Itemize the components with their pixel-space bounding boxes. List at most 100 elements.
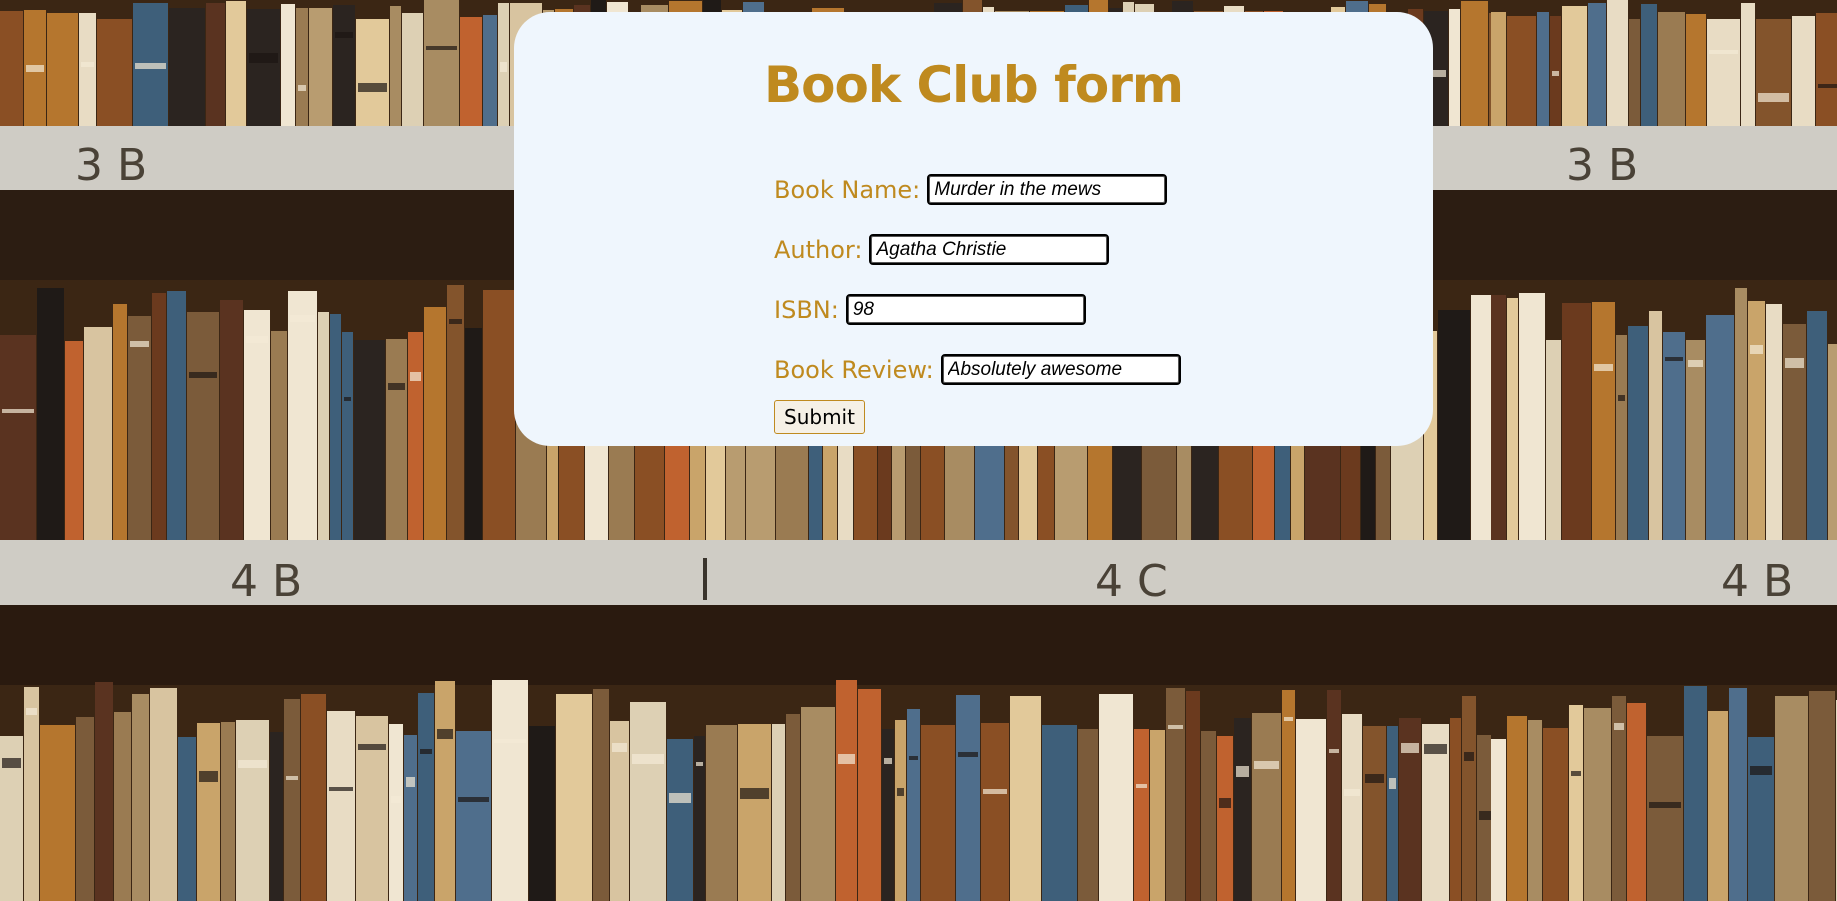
book-spine-band [1750, 345, 1763, 354]
book-spine [1735, 288, 1747, 545]
book-spine [1252, 713, 1281, 901]
book-spine [1134, 729, 1149, 901]
book-spine [327, 711, 355, 901]
book-spine [1537, 12, 1549, 126]
book-spine-band [696, 762, 703, 766]
book-spine [95, 682, 113, 901]
book-spine-band [1571, 771, 1581, 776]
book-spine [630, 702, 666, 901]
book-spine-band [897, 788, 904, 796]
shelf-label: 4 B [1721, 556, 1793, 607]
book-spine [1491, 739, 1506, 901]
book-spine [271, 331, 287, 545]
book-spine [386, 339, 407, 545]
book-spine [921, 725, 955, 901]
book-spine [492, 680, 528, 901]
submit-button[interactable]: Submit [774, 400, 865, 434]
book-spine-band [420, 749, 432, 754]
book-spine [529, 726, 555, 901]
book-spine [284, 699, 300, 901]
book-spine-band [335, 32, 353, 38]
shelf-label: 3 B [75, 140, 147, 191]
book-spine-band [426, 46, 457, 50]
book-spine [404, 735, 417, 901]
book-spine-band [1219, 798, 1231, 808]
book-spine-band [410, 372, 421, 381]
book-spine-band [290, 315, 315, 322]
book-spine [330, 314, 341, 545]
book-spine [483, 15, 497, 126]
author-input[interactable] [869, 234, 1110, 265]
book-spine [1562, 6, 1587, 126]
book-spine [40, 725, 75, 901]
book-spine [418, 693, 434, 901]
book-spine [1807, 311, 1827, 545]
book-spine [1756, 19, 1791, 126]
book-spine [1686, 14, 1706, 126]
book-spine [1729, 688, 1747, 901]
book-spine-band [1665, 357, 1683, 361]
book-spine [187, 312, 219, 545]
book-spine [84, 327, 112, 545]
book-spine [1507, 16, 1536, 126]
isbn-input[interactable] [845, 294, 1086, 325]
book-spine-band [406, 777, 415, 787]
book-spine [981, 723, 1009, 901]
book-spine [1828, 344, 1837, 545]
book-spine-band [1750, 766, 1772, 775]
book-spine [1363, 726, 1386, 901]
book-spine-band [1464, 752, 1474, 761]
book-spine [113, 304, 127, 545]
book-spine [76, 717, 94, 901]
book-spine [1042, 725, 1077, 901]
book-spine [390, 6, 401, 126]
book-spine [356, 19, 389, 126]
book-spine [221, 722, 235, 901]
book-spine [1816, 13, 1837, 126]
book-spine-band [388, 383, 405, 390]
book-review-input[interactable] [940, 354, 1181, 385]
book-spine-band [494, 739, 526, 743]
book-spine [1150, 730, 1165, 901]
book-spine [1217, 736, 1233, 901]
book-spine [907, 709, 920, 901]
book-spine [408, 332, 423, 545]
book-spine [858, 689, 881, 901]
book-spine [1707, 19, 1740, 126]
book-spine [226, 1, 246, 126]
book-spine [1616, 335, 1627, 545]
book-spine [244, 310, 270, 545]
book-spine [1741, 3, 1755, 126]
book-spine-band [329, 787, 353, 791]
book-spine [1201, 731, 1216, 901]
book-name-input[interactable] [927, 174, 1168, 205]
book-spine [247, 9, 280, 126]
book-spine-band [199, 771, 218, 782]
shelf-label: 4 B [230, 556, 302, 607]
book-spine [1471, 295, 1491, 545]
book-spine [1628, 326, 1648, 545]
book-spine [801, 707, 835, 901]
book-spine-band [130, 341, 149, 347]
book-spine [167, 291, 186, 545]
book-spine [178, 737, 196, 901]
book-spine-band [958, 752, 978, 757]
book-spine [0, 11, 23, 126]
bookshelf-photo: 3 B 4 B [1491, 0, 1837, 901]
book-spine [1584, 708, 1611, 901]
book-spine [1507, 298, 1518, 545]
book-spine-band [1479, 811, 1491, 820]
book-spine [1010, 696, 1041, 901]
book-spine-band [1168, 725, 1183, 729]
book-name-label: Book Name: [774, 175, 921, 204]
book-spine [1588, 3, 1606, 126]
book-spine-band [1785, 358, 1804, 368]
book-spine-band [298, 85, 306, 91]
book-spine [1327, 690, 1341, 901]
book-spine [1783, 324, 1806, 545]
book-spine-band [612, 743, 627, 752]
book-spine-band [26, 65, 44, 72]
book-spine [483, 290, 515, 545]
book-spine-band [1709, 50, 1738, 54]
book-spine [772, 724, 785, 901]
